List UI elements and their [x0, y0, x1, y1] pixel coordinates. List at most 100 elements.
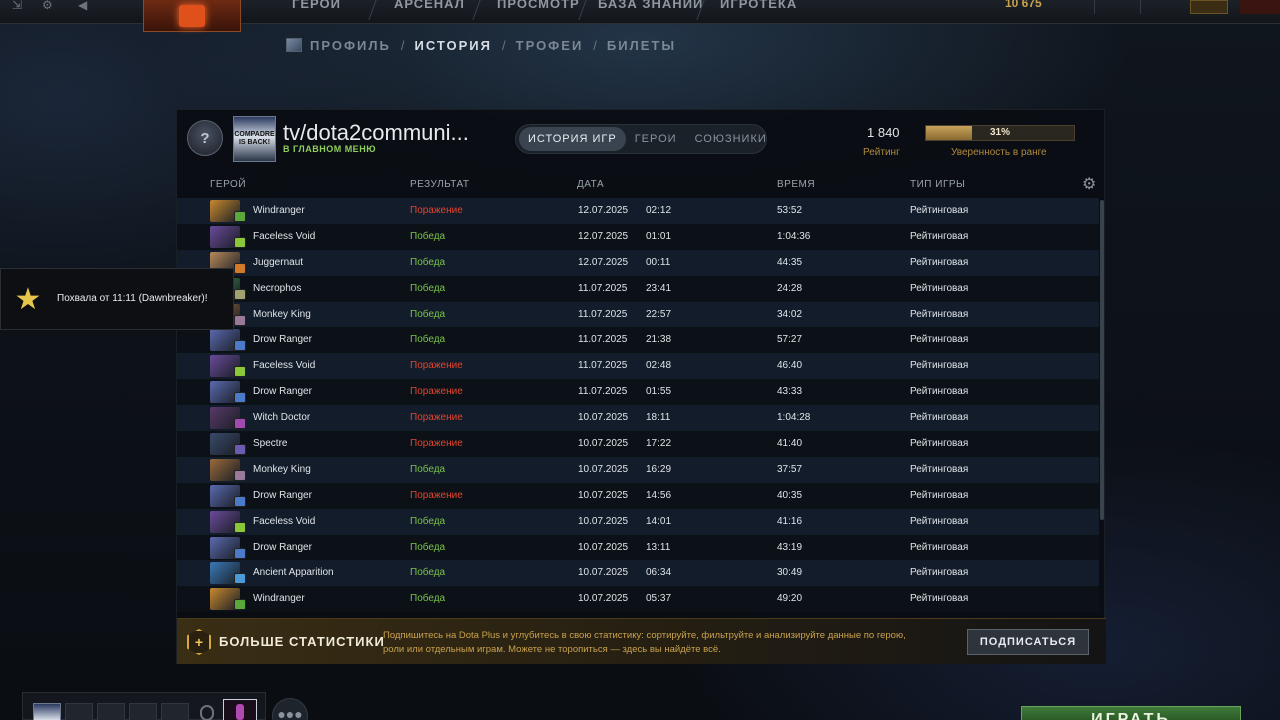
- match-game-type: Рейтинговая: [910, 593, 969, 605]
- subscribe-button[interactable]: ПОДПИСАТЬСЯ: [967, 629, 1089, 655]
- commend-notification[interactable]: ★ Похвала от 11:11 (Dawnbreaker)!: [0, 268, 234, 330]
- table-row[interactable]: Monkey King Победа 10.07.2025 16:29 37:57 Рей…: [177, 456, 1099, 483]
- match-game-type: Рейтинговая: [910, 412, 969, 424]
- column-header-hero[interactable]: ГЕРОЙ: [210, 179, 246, 190]
- shop-icon[interactable]: [1140, 0, 1170, 14]
- table-row[interactable]: Necrophos Победа 11.07.2025 23:41 24:28 Рейти…: [177, 275, 1099, 302]
- microphone-icon[interactable]: [200, 705, 214, 720]
- selected-hero-portrait[interactable]: [223, 699, 257, 720]
- match-game-type: Рейтинговая: [910, 308, 969, 320]
- subnav-tickets[interactable]: БИЛЕТЫ: [607, 38, 676, 53]
- rank-confidence-value: 31%: [989, 127, 1010, 138]
- profile-subnav: ПРОФИЛЬ / ИСТОРИЯ / ТРОФЕИ / БИЛЕТЫ: [286, 36, 676, 54]
- match-list-scrollbar[interactable]: [1100, 200, 1104, 520]
- mail-icon[interactable]: [1094, 0, 1124, 14]
- match-game-type: Рейтинговая: [910, 205, 969, 216]
- match-duration: 1:04:36: [777, 230, 811, 242]
- hero-name: Monkey King: [253, 463, 311, 475]
- hero-role-badge-icon: [234, 573, 246, 585]
- currency-counter[interactable]: 10 675: [1005, 0, 1042, 10]
- table-row[interactable]: Spectre Поражение 10.07.2025 17:22 41:40 Рейт…: [177, 431, 1099, 457]
- table-settings-gear-icon[interactable]: ⚙: [1082, 174, 1096, 194]
- table-row[interactable]: Ancient Apparition Победа 10.07.2025 06:34 3…: [177, 560, 1099, 587]
- match-result: Победа: [410, 256, 446, 268]
- table-row[interactable]: Drow Ranger Поражение 11.07.2025 01:55 43:33…: [177, 379, 1099, 406]
- user-name: tv/dota2communi...: [283, 120, 469, 145]
- table-row[interactable]: Drow Ranger Победа 11.07.2025 21:38 57:27 Рей…: [177, 327, 1099, 354]
- match-date: 12.07.2025: [578, 230, 629, 242]
- match-date: 12.07.2025: [578, 256, 629, 268]
- subnav-trophies[interactable]: ТРОФЕИ: [516, 38, 584, 53]
- column-header-game-type[interactable]: ТИП ИГРЫ: [910, 179, 965, 190]
- match-duration: 30:49: [777, 567, 803, 579]
- nav-heroes[interactable]: ГЕРОИ: [292, 0, 341, 11]
- rating-label: Рейтинг: [863, 147, 900, 158]
- hero-role-badge-icon: [234, 262, 246, 274]
- match-date: 10.07.2025: [578, 412, 629, 424]
- power-icon[interactable]: [1240, 0, 1280, 14]
- dota-plus-icon: +: [187, 629, 211, 655]
- match-result: Победа: [410, 230, 446, 242]
- table-row[interactable]: Windranger Победа 10.07.2025 05:37 49:20 Рейт…: [177, 586, 1099, 613]
- column-header-date[interactable]: ДАТА: [577, 179, 604, 190]
- match-time: 21:38: [646, 334, 672, 346]
- party-empty-slot[interactable]: [97, 703, 125, 720]
- hero-name: Drow Ranger: [253, 386, 312, 398]
- match-time: 14:01: [646, 515, 672, 527]
- nav-watch[interactable]: ПРОСМОТР: [497, 0, 580, 11]
- match-duration: 41:16: [777, 515, 803, 527]
- column-header-duration[interactable]: ВРЕМЯ: [777, 179, 815, 190]
- match-date: 10.07.2025: [578, 593, 629, 605]
- back-arrow-icon[interactable]: ◀: [78, 0, 98, 11]
- hero-role-badge-icon: [234, 599, 246, 611]
- table-row[interactable]: Faceless Void Победа 10.07.2025 14:01 41:16 Р…: [177, 508, 1099, 535]
- nav-arcade[interactable]: ИГРОТЕКА: [720, 0, 797, 11]
- party-member-avatar[interactable]: [33, 703, 61, 720]
- rank-confidence-label: Уверенность в ранге: [951, 147, 1047, 158]
- rank-medal-icon[interactable]: ?: [187, 120, 223, 156]
- match-date: 10.07.2025: [578, 541, 629, 553]
- subnav-profile[interactable]: ПРОФИЛЬ: [310, 38, 391, 53]
- nav-arsenal[interactable]: АРСЕНАЛ: [394, 0, 465, 11]
- match-game-type: Рейтинговая: [910, 334, 969, 346]
- table-row[interactable]: Drow Ranger Победа 10.07.2025 13:11 43:19 Рей…: [177, 534, 1099, 561]
- match-duration: 57:27: [777, 334, 803, 346]
- match-game-type: Рейтинговая: [910, 463, 969, 475]
- user-avatar[interactable]: COMPADRE IS BACK!: [233, 116, 276, 162]
- tab-match-history[interactable]: ИСТОРИЯ ИГР: [519, 127, 626, 151]
- match-time: 06:34: [646, 567, 672, 579]
- column-header-result[interactable]: РЕЗУЛЬТАТ: [410, 179, 469, 190]
- tab-heroes[interactable]: ГЕРОИ: [626, 127, 686, 151]
- match-duration: 1:04:28: [777, 412, 811, 424]
- exit-icon[interactable]: ⇲: [12, 0, 32, 11]
- nav-divider: [472, 0, 481, 20]
- dota-plus-icon[interactable]: [1190, 0, 1228, 14]
- table-row[interactable]: Drow Ranger Поражение 10.07.2025 14:56 40:35…: [177, 482, 1099, 509]
- dota-logo-button[interactable]: [143, 0, 241, 32]
- party-empty-slot[interactable]: [65, 703, 93, 720]
- nav-knowledge-base[interactable]: БАЗА ЗНАНИЙ: [598, 0, 703, 11]
- table-row[interactable]: Monkey King Победа 11.07.2025 22:57 34:02 Рей…: [177, 301, 1099, 328]
- table-row[interactable]: Faceless Void Победа 12.07.2025 01:01 1:04:3…: [177, 223, 1099, 250]
- table-row[interactable]: Juggernaut Победа 12.07.2025 00:11 44:35 Рейт…: [177, 249, 1099, 276]
- table-row[interactable]: Windranger Поражение 12.07.2025 02:12 53:52 Р…: [177, 198, 1099, 224]
- party-empty-slot[interactable]: [161, 703, 189, 720]
- match-date: 11.07.2025: [578, 360, 628, 372]
- match-game-type: Рейтинговая: [910, 541, 969, 553]
- hero-role-badge-icon: [234, 288, 246, 300]
- match-duration: 37:57: [777, 463, 803, 475]
- user-status: В ГЛАВНОМ МЕНЮ: [283, 144, 376, 154]
- play-button[interactable]: ИГРАТЬ: [1021, 706, 1241, 720]
- match-result: Победа: [410, 463, 446, 475]
- match-date: 10.07.2025: [578, 515, 629, 527]
- match-duration: 43:19: [777, 541, 803, 553]
- dota-plus-banner: + БОЛЬШЕ СТАТИСТИКИ Подпишитесь на Dota …: [177, 618, 1106, 664]
- tab-allies[interactable]: СОЮЗНИКИ: [686, 127, 776, 151]
- table-row[interactable]: Witch Doctor Поражение 10.07.2025 18:11 1:04…: [177, 405, 1099, 432]
- settings-gear-icon[interactable]: ⚙: [42, 0, 62, 11]
- hero-name: Faceless Void: [253, 230, 316, 242]
- hero-role-badge-icon: [234, 469, 246, 481]
- table-row[interactable]: Faceless Void Поражение 11.07.2025 02:48 46:…: [177, 353, 1099, 380]
- subnav-history[interactable]: ИСТОРИЯ: [415, 38, 493, 53]
- party-empty-slot[interactable]: [129, 703, 157, 720]
